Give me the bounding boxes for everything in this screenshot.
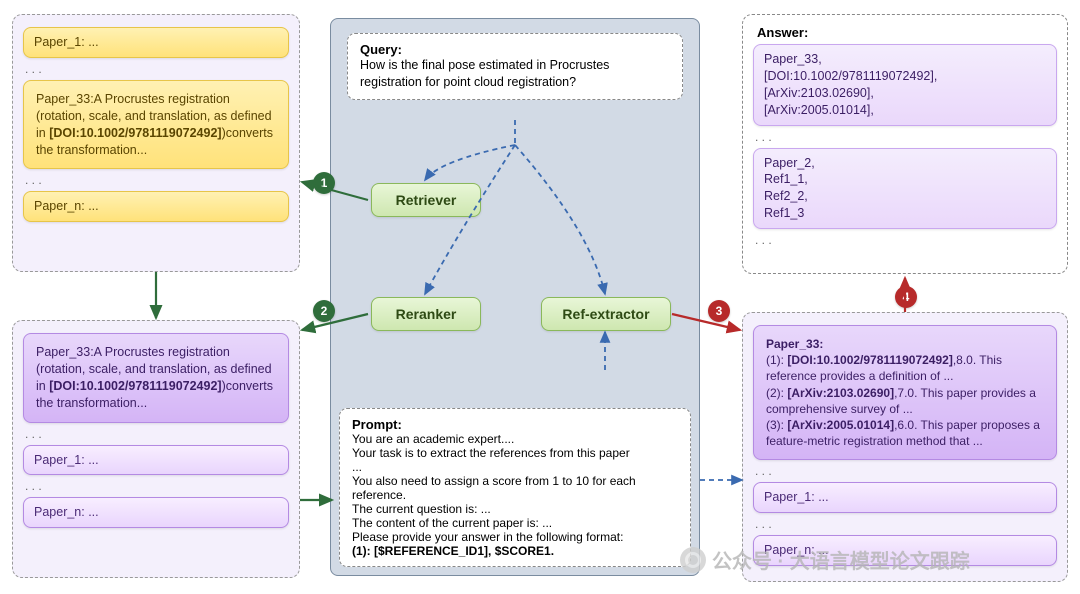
answer-line: [ArXiv:2103.02690],	[764, 85, 1046, 102]
answer-line: Paper_2,	[764, 155, 1046, 172]
reranker-node: Reranker	[371, 297, 481, 331]
answer-line: Ref1_3	[764, 205, 1046, 222]
ellipsis: . . .	[755, 517, 1055, 531]
reranked-panel: Paper_33:A Procrustes registration (rota…	[12, 320, 300, 578]
watermark-text: 公众号 · 大语言模型论文跟踪	[712, 545, 970, 574]
wechat-icon	[680, 547, 706, 573]
prompt-line: You also need to assign a score from 1 t…	[352, 474, 678, 502]
retrieved-panel: Paper_1: ... . . . Paper_33:A Procrustes…	[12, 14, 300, 272]
diagram-canvas: Query: How is the final pose estimated i…	[0, 0, 1080, 594]
refextractor-node: Ref-extractor	[541, 297, 671, 331]
step-badge-1: 1	[313, 172, 335, 194]
watermark: 公众号 · 大语言模型论文跟踪	[680, 545, 970, 574]
answer-panel: Answer: Paper_33, [DOI:10.1002/978111907…	[742, 14, 1068, 274]
prompt-box: Prompt: You are an academic expert.... Y…	[339, 408, 691, 567]
answer-line: [ArXiv:2005.01014],	[764, 102, 1046, 119]
ellipsis: . . .	[755, 464, 1055, 478]
paper-head: Paper_33:	[766, 336, 1044, 352]
step-badge-2: 2	[313, 300, 335, 322]
prompt-line: Your task is to extract the references f…	[352, 446, 678, 460]
center-process-panel: Query: How is the final pose estimated i…	[330, 18, 700, 576]
ref-line: (1): [DOI:10.1002/9781119072492],8.0. Th…	[766, 352, 1044, 384]
paper-item: Paper_1: ...	[753, 482, 1057, 513]
retrieved-item: Paper_n: ...	[23, 191, 289, 222]
ellipsis: . . .	[755, 130, 1055, 144]
reranked-item: Paper_1: ...	[23, 445, 289, 476]
prompt-line: The current question is: ...	[352, 502, 678, 516]
step-badge-4: 4	[895, 286, 917, 308]
ref-id: [DOI:10.1002/9781119072492]	[49, 379, 221, 393]
retrieved-item: Paper_1: ...	[23, 27, 289, 58]
answer-block: Paper_33, [DOI:10.1002/9781119072492], […	[753, 44, 1057, 126]
prompt-line: ...	[352, 460, 678, 474]
ellipsis: . . .	[25, 173, 287, 187]
query-label: Query:	[360, 42, 670, 57]
prompt-line: The content of the current paper is: ...	[352, 516, 678, 530]
answer-line: Ref1_1,	[764, 171, 1046, 188]
paper-extraction: Paper_33: (1): [DOI:10.1002/978111907249…	[753, 325, 1057, 460]
answer-label: Answer:	[757, 25, 1057, 40]
query-text: How is the final pose estimated in Procr…	[360, 57, 670, 91]
ellipsis: . . .	[755, 233, 1055, 247]
prompt-label: Prompt:	[352, 417, 678, 432]
ellipsis: . . .	[25, 62, 287, 76]
answer-block: Paper_2, Ref1_1, Ref2_2, Ref1_3	[753, 148, 1057, 230]
ref-line: (2): [ArXiv:2103.02690],7.0. This paper …	[766, 385, 1044, 417]
prompt-format-line: (1): [$REFERENCE_ID1], $SCORE1.	[352, 544, 678, 558]
retrieved-item-highlight: Paper_33:A Procrustes registration (rota…	[23, 80, 289, 170]
answer-line: Paper_33,	[764, 51, 1046, 68]
reranked-item: Paper_n: ...	[23, 497, 289, 528]
ref-id: [DOI:10.1002/9781119072492]	[49, 126, 221, 140]
answer-line: Ref2_2,	[764, 188, 1046, 205]
ellipsis: . . .	[25, 427, 287, 441]
ref-line: (3): [ArXiv:2005.01014],6.0. This paper …	[766, 417, 1044, 449]
retriever-node: Retriever	[371, 183, 481, 217]
answer-line: [DOI:10.1002/9781119072492],	[764, 68, 1046, 85]
extracted-refs-panel: Paper_33: (1): [DOI:10.1002/978111907249…	[742, 312, 1068, 582]
prompt-line: Please provide your answer in the follow…	[352, 530, 678, 544]
reranked-item-highlight: Paper_33:A Procrustes registration (rota…	[23, 333, 289, 423]
ellipsis: . . .	[25, 479, 287, 493]
query-box: Query: How is the final pose estimated i…	[347, 33, 683, 100]
step-badge-3: 3	[708, 300, 730, 322]
prompt-line: You are an academic expert....	[352, 432, 678, 446]
